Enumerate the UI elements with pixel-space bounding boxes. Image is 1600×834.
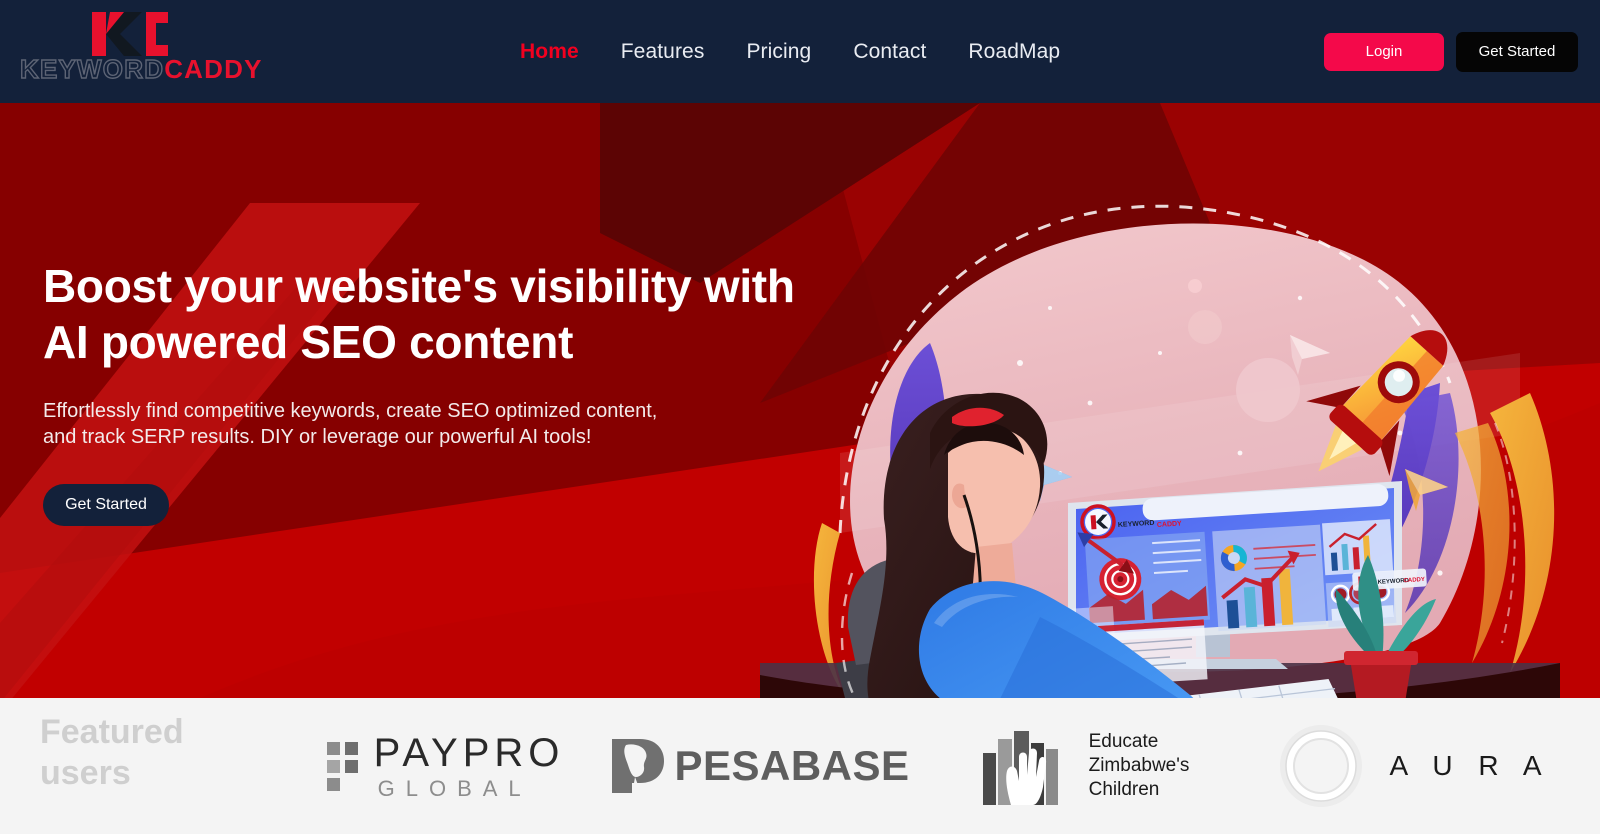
featured-users-section: Featured users PAYPRO GLOBAL PESABASE Ed… xyxy=(0,698,1600,834)
ezc-line-1: Educate xyxy=(1088,730,1159,752)
hero-title-line-2: AI powered SEO content xyxy=(43,316,574,369)
header-get-started-button[interactable]: Get Started xyxy=(1456,31,1578,72)
featured-logo-educate-zimbabwes-children[interactable]: Educate Zimbabwe's Children xyxy=(920,727,1250,805)
hero-title: Boost your website's visibility with AI … xyxy=(43,258,943,370)
nav-item-features[interactable]: Features xyxy=(621,40,705,64)
featured-users-label: Featured users xyxy=(40,712,270,795)
nav-item-pricing[interactable]: Pricing xyxy=(746,40,811,64)
books-and-hand-icon xyxy=(982,731,1058,805)
main-nav: Home Features Pricing Contact RoadMap xyxy=(520,0,1060,103)
brand-logo[interactable]: KEYWORDCADDY xyxy=(19,8,261,96)
featured-logo-pesabase[interactable]: PESABASE xyxy=(600,737,920,795)
pesabase-africa-p-icon xyxy=(612,739,665,793)
brand-logo-keyword: KEYWORD xyxy=(19,54,165,84)
paypro-text: PAYPRO GLOBAL xyxy=(374,733,565,800)
kc-monogram-icon xyxy=(92,12,168,56)
nav-item-contact[interactable]: Contact xyxy=(853,40,926,64)
aura-ring-icon xyxy=(1280,725,1363,807)
pesabase-text: PESABASE xyxy=(674,742,910,789)
hero-subtitle-line-1: Effortlessly find competitive keywords, … xyxy=(43,400,658,423)
site-header: KEYWORDCADDY Home Features Pricing Conta… xyxy=(0,0,1600,103)
login-button[interactable]: Login xyxy=(1324,32,1444,71)
featured-logo-aura[interactable]: A U R A xyxy=(1250,724,1580,808)
brand-logo-caddy: CADDY xyxy=(164,54,263,84)
featured-label-line-1: Featured xyxy=(40,713,184,751)
header-actions: Login Get Started xyxy=(1324,0,1578,103)
paypro-sub: GLOBAL xyxy=(377,775,532,801)
featured-logo-row: PAYPRO GLOBAL PESABASE Educate Zimbabwe'… xyxy=(290,698,1600,834)
featured-logo-paypro-global[interactable]: PAYPRO GLOBAL xyxy=(290,733,600,800)
ezc-text: Educate Zimbabwe's Children xyxy=(1089,730,1190,803)
ezc-line-2: Zimbabwe's xyxy=(1088,754,1190,776)
paypro-main: PAYPRO xyxy=(373,730,565,775)
hero-copy: Boost your website's visibility with AI … xyxy=(43,258,943,527)
brand-logo-text: KEYWORDCADDY xyxy=(19,54,261,84)
hero-subtitle: Effortlessly find competitive keywords, … xyxy=(43,398,803,450)
featured-label-line-2: users xyxy=(40,754,131,793)
nav-item-home[interactable]: Home xyxy=(520,40,579,64)
paypro-squares-icon xyxy=(326,742,358,791)
aura-text: A U R A xyxy=(1389,750,1551,781)
hero-subtitle-line-2: and track SERP results. DIY or leverage … xyxy=(43,426,592,449)
hero-get-started-button[interactable]: Get Started xyxy=(43,484,169,527)
nav-item-roadmap[interactable]: RoadMap xyxy=(968,40,1060,64)
hero-section: KEYWORD CADDY KEYWORD CADDY Boost your w… xyxy=(0,103,1600,698)
ezc-line-3: Children xyxy=(1088,779,1160,801)
hero-title-line-1: Boost your website's visibility with xyxy=(43,260,795,312)
